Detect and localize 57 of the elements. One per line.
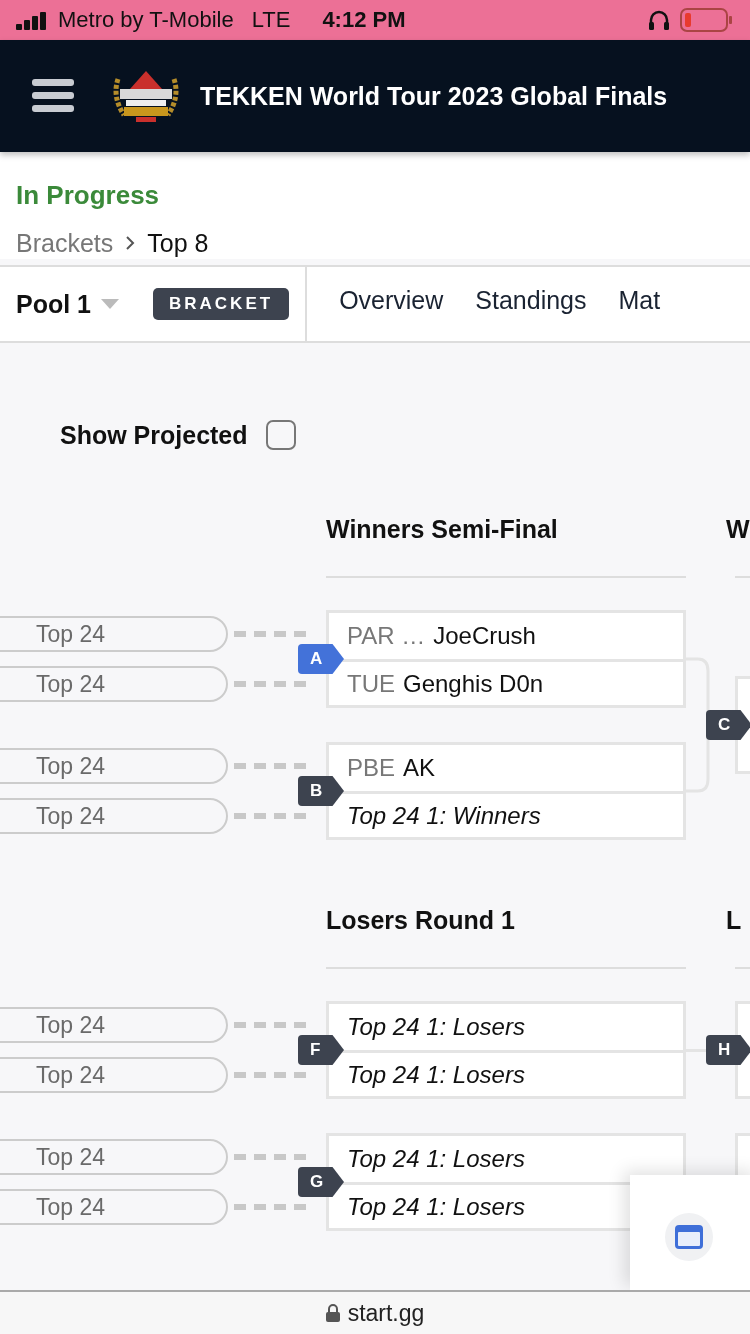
feeder-slot: Top 24 — [0, 616, 228, 652]
caret-icon — [101, 299, 119, 309]
breadcrumb-link[interactable]: Brackets — [16, 228, 114, 258]
match-tag: F — [298, 1035, 344, 1065]
clock-time: 4:12 PM — [322, 7, 406, 33]
feeder-slot: Top 24 — [0, 1057, 228, 1093]
round-title: L — [726, 906, 742, 935]
checkbox-label: Show Projected — [60, 420, 248, 450]
page-url: start.gg — [347, 1299, 425, 1327]
projected-slot: Top 24 1: Losers — [347, 1013, 525, 1041]
tournament-title: TEKKEN World Tour 2023 Global Finals — [200, 81, 668, 111]
bracket-label: BRACKET — [153, 288, 290, 320]
projected-slot: Top 24 1: Losers — [347, 1145, 525, 1173]
lock-icon — [325, 1304, 340, 1322]
round-title: Winners Semi-Final — [326, 515, 558, 544]
match-tag: A — [298, 644, 344, 674]
headphones-icon — [648, 10, 670, 30]
carrier-name: Metro by T-Mobile — [58, 7, 234, 33]
match-box[interactable]: Top 24 1: Losers Top 24 1: Losers — [326, 1133, 686, 1231]
signal-icon — [16, 10, 48, 30]
round-title: Losers Round 1 — [326, 906, 515, 935]
nav-tab[interactable]: Standings — [475, 286, 587, 322]
match-tag: H — [706, 1035, 750, 1065]
team-prefix: PAR … — [347, 622, 426, 650]
team-prefix: PBE — [347, 754, 396, 782]
player-name: JoeCrush — [433, 622, 536, 650]
window-icon — [675, 1224, 703, 1249]
nav-tab[interactable]: Mat — [618, 286, 661, 322]
projected-slot: Top 24 1: Winners — [347, 801, 541, 830]
feeder-slot: Top 24 — [0, 1139, 228, 1175]
event-status: In Progress — [16, 180, 161, 211]
projected-slot: Top 24 1: Losers — [347, 1192, 525, 1221]
feeder-slot: Top 24 — [0, 1189, 228, 1225]
round-title: W — [726, 515, 750, 544]
menu-icon[interactable] — [32, 79, 74, 113]
battery-icon — [680, 8, 734, 32]
projected-slot: Top 24 1: Losers — [347, 1060, 525, 1089]
pool-selector[interactable]: Pool 1 — [16, 289, 91, 319]
player-name: Genghis D0n — [403, 669, 544, 698]
match-box[interactable]: PBE AK Top 24 1: Winners — [326, 742, 686, 840]
breadcrumb-link[interactable]: Top 8 — [147, 228, 209, 258]
match-tag: G — [298, 1167, 344, 1197]
projected-checkbox[interactable] — [265, 420, 296, 450]
window-button[interactable] — [665, 1212, 713, 1261]
match-tag: B — [298, 776, 344, 806]
network-type: LTE — [251, 7, 291, 33]
nav-tab[interactable]: Overview — [339, 286, 444, 322]
match-tag: C — [706, 710, 750, 740]
player-name: AK — [403, 754, 436, 782]
team-prefix: TUE — [347, 669, 395, 698]
feeder-slot: Top 24 — [0, 748, 228, 784]
chevron-right-icon — [125, 235, 136, 251]
match-box[interactable]: PAR … JoeCrush TUE Genghis D0n — [326, 610, 686, 708]
feeder-slot: Top 24 — [0, 1007, 228, 1043]
match-box[interactable]: Top 24 1: Losers Top 24 1: Losers — [326, 1001, 686, 1099]
feeder-slot: Top 24 — [0, 798, 228, 834]
feeder-slot: Top 24 — [0, 666, 228, 702]
